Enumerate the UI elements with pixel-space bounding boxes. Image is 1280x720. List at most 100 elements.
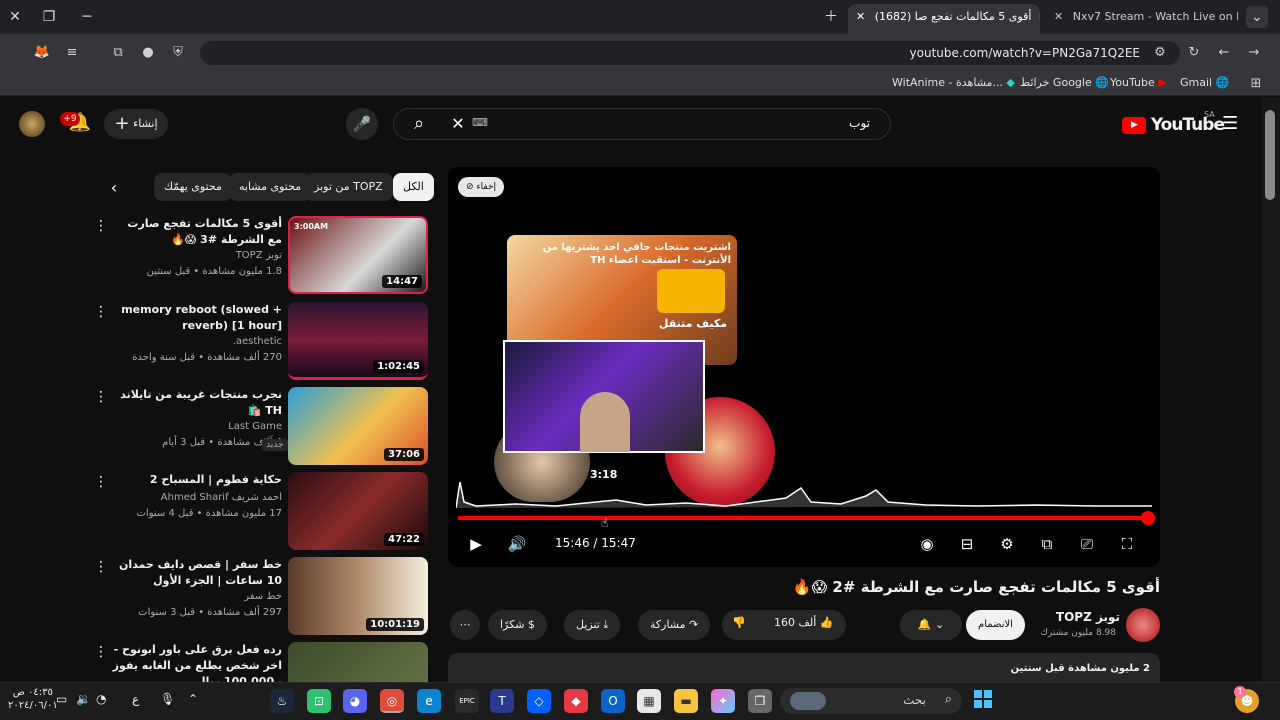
- settings-icon[interactable]: ⚙: [995, 534, 1019, 554]
- menu-icon[interactable]: ☰: [1222, 114, 1242, 134]
- wifi-icon[interactable]: ◔: [96, 692, 106, 706]
- progress-scrubber[interactable]: [1141, 511, 1155, 525]
- autoplay-toggle[interactable]: ◉: [914, 534, 940, 554]
- share-button[interactable]: مشاركة ↷: [638, 610, 711, 640]
- video-title[interactable]: memory reboot (slowed + reverb) [1 hour]: [112, 302, 282, 334]
- edge-icon[interactable]: e: [417, 689, 441, 713]
- list-item[interactable]: 3:00AM 14:47 أقوى 5 مكالمات تفجع صارت مع…: [90, 216, 432, 296]
- dropbox-icon[interactable]: ◇: [527, 689, 551, 713]
- new-tab-icon[interactable]: ＋: [820, 6, 842, 28]
- more-options-icon[interactable]: ⋮: [94, 304, 108, 322]
- list-item[interactable]: رده فعل برق على باور ابونوح - اخر شخص يط…: [90, 642, 432, 682]
- thumbnail[interactable]: 1:02:45: [288, 302, 428, 380]
- shield-icon[interactable]: ⛨: [168, 43, 188, 63]
- more-options-icon[interactable]: ⋮: [94, 389, 108, 407]
- site-settings-icon[interactable]: ⚙: [1150, 43, 1170, 63]
- thumbnail[interactable]: 37:06: [288, 387, 428, 465]
- extensions-icon[interactable]: ⧉: [108, 43, 128, 63]
- scrollbar-thumb[interactable]: [1265, 110, 1275, 200]
- discord-icon[interactable]: ◕: [343, 689, 367, 713]
- channel-name[interactable]: احمد شريف Ahmed Sharif: [112, 492, 282, 503]
- apps-grid-icon[interactable]: ⊞: [1246, 74, 1266, 94]
- outlook-icon[interactable]: O: [601, 689, 625, 713]
- search-button[interactable]: ⌕: [395, 109, 443, 139]
- description-box[interactable]: 2 مليون مشاهدة قبل سنتين: [448, 653, 1160, 682]
- playlist-icon[interactable]: ≡: [62, 43, 82, 63]
- chip-recommended[interactable]: محتوى يهمّك: [154, 173, 232, 201]
- channel-name[interactable]: توبز TOPZ: [112, 250, 282, 261]
- chevron-left-icon[interactable]: ‹: [104, 178, 124, 198]
- close-tab-icon[interactable]: ✕: [856, 10, 865, 23]
- steam-icon[interactable]: ♨: [270, 689, 294, 713]
- extension-avatar-icon[interactable]: 🦊: [32, 43, 52, 63]
- keyboard-language[interactable]: ع: [132, 692, 139, 706]
- like-button[interactable]: 160 ألف 👍: [774, 616, 834, 629]
- search-input[interactable]: توب: [500, 116, 870, 134]
- keyboard-icon[interactable]: ⌨: [472, 116, 490, 130]
- bookmark-maps[interactable]: خرائط Google 🌐: [1020, 76, 1109, 89]
- mic-tray-icon[interactable]: 🎙: [160, 692, 175, 706]
- chip-from-topz[interactable]: من توبز TOPZ: [304, 173, 393, 201]
- video-title[interactable]: رده فعل برق على باور ابونوح - اخر شخص يط…: [112, 642, 282, 682]
- thumbnail[interactable]: 47:22: [288, 472, 428, 550]
- subtitles-icon[interactable]: ⊟: [955, 534, 979, 554]
- profile-icon[interactable]: ●: [138, 43, 158, 63]
- play-icon[interactable]: ▶: [464, 534, 488, 554]
- channel-name-main[interactable]: توبز TOPZ: [1030, 610, 1120, 624]
- more-options-icon[interactable]: ⋮: [94, 218, 108, 236]
- reload-icon[interactable]: ↻: [1184, 43, 1204, 63]
- create-button[interactable]: + إنشاء: [104, 109, 168, 139]
- more-options-icon[interactable]: ⋮: [94, 474, 108, 492]
- video-title[interactable]: خط سفر | قصص دايف حمدان 10 ساعات | الجزء…: [112, 557, 282, 589]
- store-icon[interactable]: ▦: [637, 689, 661, 713]
- restore-window-icon[interactable]: ❐: [38, 6, 60, 28]
- thumbnail[interactable]: [288, 642, 428, 682]
- url-field[interactable]: youtube.com/watch?v=PN2Ga71Q2EE: [200, 41, 1180, 65]
- bookmark-witanime[interactable]: WitAnime - مشاهدة... ◆: [892, 76, 1015, 89]
- thumbnail[interactable]: 10:01:19: [288, 557, 428, 635]
- channel-name[interactable]: خط سفر: [112, 591, 282, 602]
- chrome-icon[interactable]: ◎: [380, 689, 404, 713]
- channel-name[interactable]: aesthetic.: [112, 336, 282, 347]
- thumbnail[interactable]: 3:00AM 14:47: [288, 216, 428, 294]
- dislike-button[interactable]: 👎: [732, 616, 746, 629]
- taskbar-search[interactable]: بحث ⌕: [780, 688, 962, 714]
- copilot-icon[interactable]: ✦: [711, 689, 735, 713]
- channel-avatar[interactable]: [1126, 608, 1160, 642]
- download-button[interactable]: تنزيل ⤓: [564, 610, 621, 640]
- chevron-up-icon[interactable]: ⌃: [188, 692, 198, 706]
- speaker-icon[interactable]: 🔉: [76, 692, 91, 706]
- join-button[interactable]: الانضمام: [966, 610, 1025, 640]
- chat-app-icon[interactable]: ⊡: [307, 689, 331, 713]
- video-player[interactable]: ⊘ إخفاء اشتريت منتجات جافي احد يشتريها م…: [448, 167, 1160, 567]
- more-actions-button[interactable]: ⋯: [450, 610, 480, 640]
- subscribed-button[interactable]: 🔔 ⌄: [900, 610, 962, 640]
- epic-games-icon[interactable]: EPIC: [455, 689, 479, 713]
- task-view-icon[interactable]: ❒: [748, 689, 772, 713]
- list-item[interactable]: 47:22 حكاية فطوم | المسباح 2 احمد شريف A…: [90, 472, 432, 552]
- list-item[interactable]: 37:06 نجرب منتجات غريبة من تايلاند TH 🛍️…: [90, 387, 432, 467]
- volume-icon[interactable]: 🔊: [505, 534, 529, 554]
- voice-search-button[interactable]: 🎤: [346, 108, 378, 140]
- bookmark-youtube[interactable]: YouTube ▶: [1110, 76, 1167, 89]
- clock[interactable]: ٠٤:٣٥ ص ٢٠٢٤/٠٦/٠١: [8, 686, 58, 712]
- clear-search-icon[interactable]: ✕: [448, 114, 468, 134]
- battery-icon[interactable]: ▭: [56, 692, 67, 706]
- minimize-window-icon[interactable]: ─: [76, 6, 98, 28]
- tab-search-icon[interactable]: ⌄: [1246, 6, 1268, 28]
- more-options-icon[interactable]: ⋮: [94, 644, 108, 662]
- more-options-icon[interactable]: ⋮: [94, 559, 108, 577]
- thanks-button[interactable]: شكرًا $: [488, 610, 547, 640]
- fullscreen-icon[interactable]: ⛶: [1115, 534, 1139, 554]
- video-title[interactable]: نجرب منتجات غريبة من تايلاند TH 🛍️: [112, 387, 282, 419]
- chip-all[interactable]: الكل: [393, 173, 434, 201]
- file-explorer-icon[interactable]: ▬: [674, 689, 698, 713]
- bookmark-gmail[interactable]: Gmail 🌐: [1180, 76, 1229, 89]
- progress-track[interactable]: [458, 516, 1148, 520]
- close-window-icon[interactable]: ✕: [4, 6, 26, 28]
- red-diamond-app-icon[interactable]: ◆: [564, 689, 588, 713]
- tab-youtube[interactable]: ✕ (1682) أقوى 5 مكالمات تفجع صا: [848, 4, 1040, 34]
- teams-icon[interactable]: T: [490, 689, 514, 713]
- miniplayer-icon[interactable]: ⧉: [1035, 534, 1059, 554]
- hide-button[interactable]: ⊘ إخفاء: [458, 177, 505, 197]
